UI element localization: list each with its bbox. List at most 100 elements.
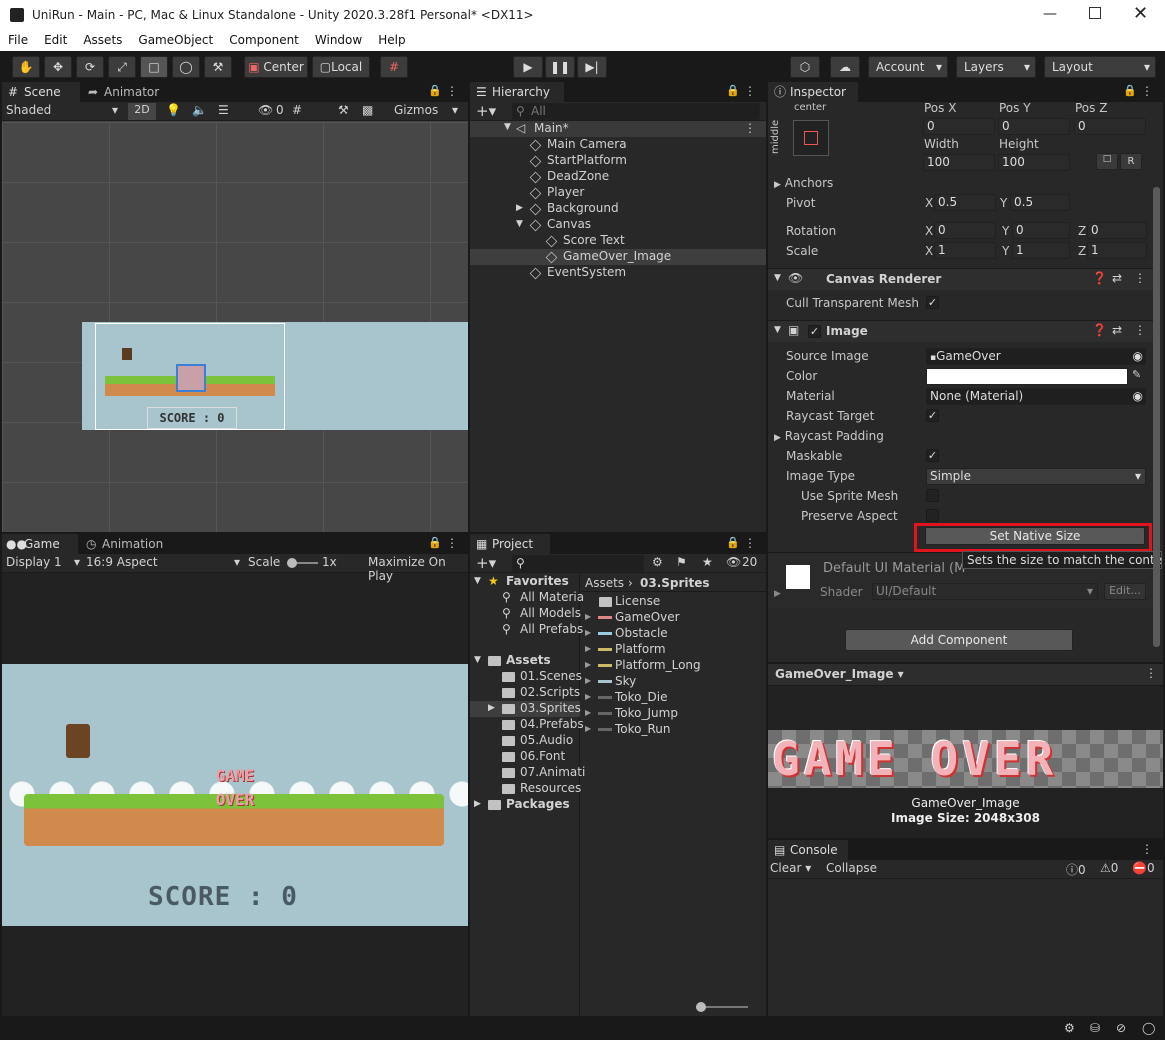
project-file-item[interactable]: ▶ Obstacle <box>582 626 766 642</box>
asset-folder-item[interactable]: 01.Scenes <box>470 669 582 685</box>
filter-type-icon[interactable]: ⚙ <box>652 555 663 569</box>
preserve-aspect-checkbox[interactable] <box>926 509 939 522</box>
project-file-item[interactable]: ▶ Platform_Long <box>582 658 766 674</box>
menu-item-file[interactable]: File <box>0 31 36 47</box>
width-field[interactable]: 100 <box>923 154 995 171</box>
use-sprite-mesh-checkbox[interactable] <box>926 489 939 502</box>
game-viewport[interactable]: GAME OVER SCORE : 0 <box>2 664 468 926</box>
tree-section-header[interactable]: ▼ Assets <box>470 653 580 669</box>
hierarchy-item[interactable]: EventSystem <box>470 265 766 281</box>
hierarchy-item[interactable]: ▼ Canvas <box>470 217 766 233</box>
tab-project[interactable]: ▦ Project <box>470 534 550 554</box>
add-button[interactable]: +▾ <box>476 554 496 572</box>
rotate-tool-button[interactable]: ⟳ <box>76 56 104 78</box>
inspector-scrollbar[interactable] <box>1153 187 1160 647</box>
transform-tool-button[interactable]: ◯ <box>172 56 200 78</box>
eyedropper-icon[interactable]: ✎ <box>1132 368 1141 381</box>
tab-animator[interactable]: ➦ Animator <box>82 82 172 102</box>
lighting-icon[interactable]: 💡 <box>166 103 181 117</box>
maximize-on-play-toggle[interactable]: Maximize On Play <box>368 555 468 583</box>
expand-arrow-icon[interactable]: ▼ <box>474 576 481 586</box>
camera-icon[interactable]: ▩ <box>362 103 373 117</box>
tab-hierarchy[interactable]: ☰ Hierarchy <box>470 82 564 102</box>
cloud-button[interactable]: ☁ <box>830 56 860 78</box>
shader-dropdown[interactable]: UI/Default ▾ <box>872 583 1098 600</box>
height-field[interactable]: 100 <box>998 154 1070 171</box>
tree-section-header[interactable]: ▶ Packages <box>470 797 580 813</box>
aspect-dropdown[interactable]: 16:9 Aspect ▾ <box>86 555 240 569</box>
favorite-item[interactable]: ⚲ All Models <box>470 606 581 622</box>
more-icon[interactable]: ⋮ <box>744 84 756 98</box>
asset-folder-item[interactable]: 06.Font <box>470 749 580 765</box>
account-dropdown[interactable]: Account ▾ <box>868 56 948 78</box>
menu-item-gameobject[interactable]: GameObject <box>130 31 221 47</box>
lock-icon[interactable]: 🔒 <box>428 84 442 97</box>
menu-item-component[interactable]: Component <box>221 31 307 47</box>
menu-item-assets[interactable]: Assets <box>75 31 130 47</box>
asset-folder-item[interactable]: Resources <box>470 781 581 797</box>
more-icon[interactable]: ⋮ <box>1141 842 1153 856</box>
more-icon[interactable]: ⋮ <box>446 536 458 550</box>
cull-transparent-checkbox[interactable]: ✓ <box>926 296 939 309</box>
visibility-icon[interactable]: 👁 <box>258 103 273 117</box>
play-button[interactable]: ▶ <box>513 56 543 78</box>
scene-root-row[interactable]: ▼ ◁ Main* ⋮ <box>470 121 766 137</box>
hand-tool-button[interactable]: ✋ <box>12 56 40 78</box>
color-field[interactable] <box>926 368 1128 385</box>
scale-slider[interactable] <box>287 558 318 568</box>
scale-tool-button[interactable]: ⤢ <box>108 56 136 78</box>
slider-handle[interactable] <box>696 1002 706 1012</box>
asset-folder-item[interactable]: 02.Scripts <box>470 685 580 701</box>
lock-icon[interactable]: 🔒 <box>428 536 442 549</box>
asset-folder-item[interactable]: 07.Animati <box>470 765 585 781</box>
custom-tool-button[interactable]: ⚒ <box>204 56 232 78</box>
object-picker-icon[interactable]: ◉ <box>1133 389 1143 404</box>
project-file-item[interactable]: ▶ GameOver <box>582 610 766 626</box>
collapse-button[interactable]: Collapse <box>826 861 877 875</box>
expand-arrow-icon[interactable]: ▼ <box>474 655 481 665</box>
asset-folder-item[interactable]: ▶ 03.Sprites <box>470 701 581 717</box>
add-button[interactable]: +▾ <box>476 102 496 120</box>
hidden-packages-icon[interactable]: 👁 <box>726 555 741 569</box>
project-file-item[interactable]: ▶ Sky <box>582 674 766 690</box>
tree-section-header[interactable]: ▼ ★ Favorites <box>470 574 580 590</box>
more-icon[interactable]: ⋮ <box>1145 666 1157 680</box>
material-field[interactable]: None (Material) ◉ <box>926 388 1146 405</box>
clear-button[interactable]: Clear ▾ <box>770 861 811 875</box>
collab-button[interactable]: ⬡ <box>790 56 820 78</box>
shading-dropdown[interactable]: Shaded ▾ <box>6 103 120 120</box>
tab-game[interactable]: ●● Game <box>2 534 78 554</box>
preset-icon[interactable]: ⇄ <box>1112 271 1122 285</box>
tab-scene[interactable]: # Scene <box>2 82 80 102</box>
more-icon[interactable]: ⋮ <box>1141 84 1153 98</box>
scale-z-field[interactable]: 1 <box>1087 242 1147 259</box>
maskable-checkbox[interactable]: ✓ <box>926 449 939 462</box>
rotation-x-field[interactable]: 0 <box>934 222 996 239</box>
warning-toggle[interactable]: ⚠0 <box>1100 861 1118 875</box>
tab-animation[interactable]: ◷ Animation <box>80 534 180 554</box>
set-native-size-button[interactable]: Set Native Size <box>925 527 1145 545</box>
add-component-button[interactable]: Add Component <box>845 629 1073 651</box>
expand-arrow-icon[interactable]: ▶ <box>774 589 781 599</box>
auto-generate-icon[interactable]: ⊘ <box>1116 1021 1126 1035</box>
hierarchy-item[interactable]: Score Text <box>470 233 766 249</box>
hierarchy-item[interactable]: StartPlatform <box>470 153 766 169</box>
pivot-y-field[interactable]: 0.5 <box>1010 194 1070 211</box>
breadcrumb-assets[interactable]: Assets <box>585 576 624 590</box>
shader-edit-button[interactable]: Edit... <box>1104 583 1146 600</box>
canvas-renderer-header[interactable]: ▼ 👁 Canvas Renderer ❓ ⇄ ⋮ <box>768 268 1154 290</box>
expand-arrow-icon[interactable]: ▶ <box>585 660 591 669</box>
raw-edit-button[interactable]: R <box>1120 153 1142 170</box>
pause-button[interactable]: ❚❚ <box>545 56 575 78</box>
expand-arrow-icon[interactable]: ▶ <box>516 203 523 213</box>
hierarchy-item[interactable]: Player <box>470 185 766 201</box>
effects-icon[interactable]: ☰ <box>218 103 229 117</box>
raycast-target-checkbox[interactable]: ✓ <box>926 409 939 422</box>
image-type-dropdown[interactable]: Simple ▾ <box>926 468 1146 485</box>
expand-arrow-icon[interactable]: ▶ <box>585 724 591 733</box>
rect-tool-button[interactable]: □ <box>140 56 168 78</box>
help-icon[interactable]: ❓ <box>1092 271 1107 285</box>
more-icon[interactable]: ⋮ <box>1134 323 1146 337</box>
project-file-item[interactable]: ▶ Toko_Run <box>582 722 766 738</box>
cache-icon[interactable]: ⛁ <box>1090 1021 1100 1035</box>
